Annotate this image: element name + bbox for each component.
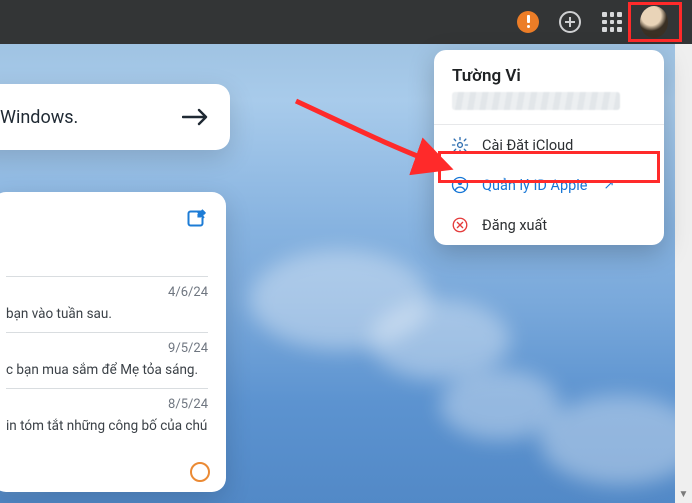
cloud-decoration <box>370 300 510 380</box>
arrow-right-icon <box>182 108 208 126</box>
create-button[interactable] <box>556 8 584 36</box>
notes-widget: 4/6/24 bạn vào tuần sau. 9/5/24 c bạn mu… <box>0 192 226 492</box>
x-icon <box>450 215 470 235</box>
sync-status-icon <box>190 462 210 482</box>
compose-icon <box>186 208 208 230</box>
menu-item-manage-apple-id[interactable]: Quản lý ID Apple ↗ <box>434 165 664 205</box>
menu-item-label: Quản lý ID Apple <box>482 177 587 194</box>
note-date: 9/5/24 <box>6 341 208 356</box>
scroll-down-button[interactable]: ▼ <box>675 486 692 503</box>
plus-icon <box>559 11 581 33</box>
note-row[interactable]: 8/5/24 in tóm tắt những công bố của chú… <box>6 388 208 444</box>
apps-button[interactable] <box>598 8 626 36</box>
account-menu-header: Tường Vi <box>434 50 664 124</box>
note-row[interactable]: 4/6/24 bạn vào tuần sau. <box>6 276 208 332</box>
gear-icon <box>450 135 470 155</box>
menu-item-label: Cài Đặt iCloud <box>482 137 573 154</box>
promo-banner[interactable]: Windows. <box>0 84 230 150</box>
note-date: 8/5/24 <box>6 397 208 412</box>
alert-button[interactable] <box>514 8 542 36</box>
alert-icon <box>517 11 539 33</box>
note-snippet: bạn vào tuần sau. <box>6 306 208 322</box>
external-link-icon: ↗ <box>603 178 614 193</box>
user-avatar <box>640 6 668 38</box>
note-row[interactable]: 9/5/24 c bạn mua sắm để Mẹ tỏa sáng. <box>6 332 208 388</box>
top-toolbar <box>0 0 692 44</box>
account-email-redacted <box>452 92 620 110</box>
apps-grid-icon <box>602 12 622 32</box>
account-display-name: Tường Vi <box>452 66 646 86</box>
person-icon <box>450 175 470 195</box>
account-avatar-button[interactable] <box>640 8 668 36</box>
scrollbar[interactable]: ▲ ▼ <box>675 0 692 503</box>
menu-item-icloud-settings[interactable]: Cài Đặt iCloud <box>434 125 664 165</box>
note-snippet: in tóm tắt những công bố của chú… <box>6 418 208 434</box>
compose-note-button[interactable] <box>186 208 208 230</box>
menu-item-label: Đăng xuất <box>482 217 547 234</box>
note-date: 4/6/24 <box>6 285 208 300</box>
account-menu: Tường Vi Cài Đặt iCloud Quản lý ID Apple… <box>434 50 664 245</box>
note-snippet: c bạn mua sắm để Mẹ tỏa sáng. <box>6 362 208 378</box>
menu-item-sign-out[interactable]: Đăng xuất <box>434 205 664 245</box>
promo-banner-text: Windows. <box>0 107 78 128</box>
cloud-decoration <box>540 395 692 485</box>
